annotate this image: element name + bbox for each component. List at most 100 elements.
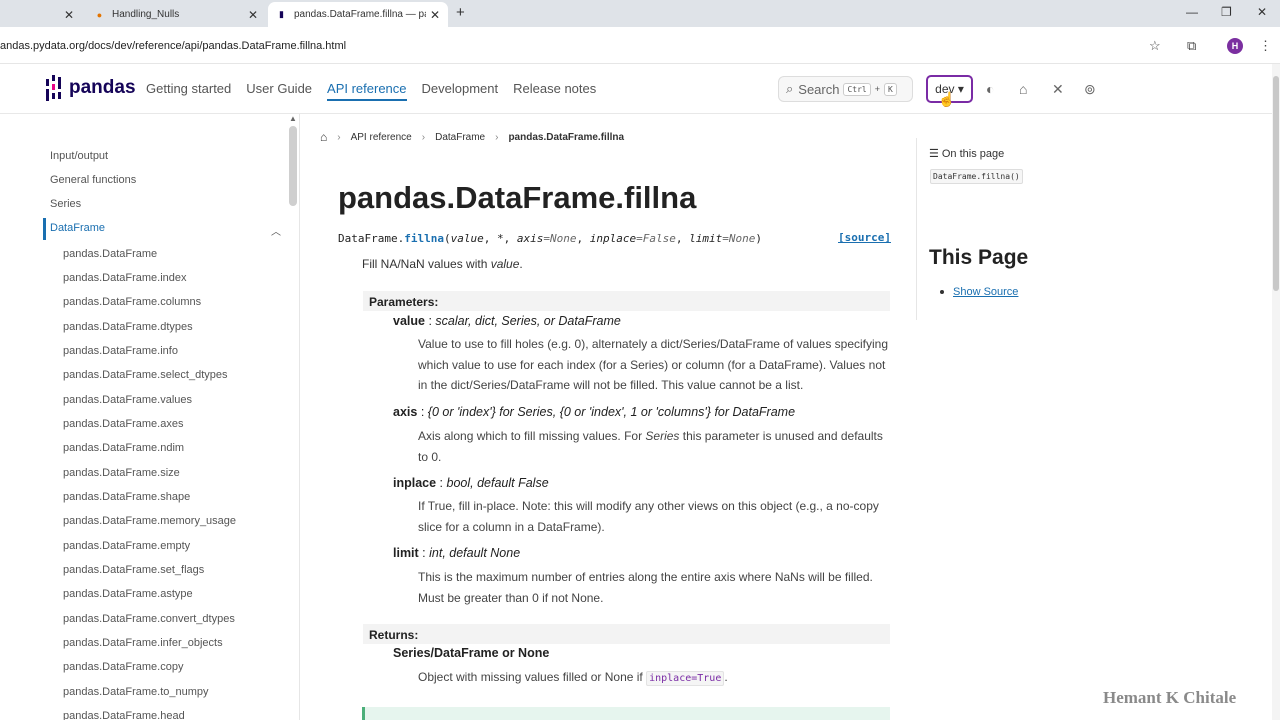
- sidebar-item-dataframe[interactable]: DataFrame: [50, 222, 105, 234]
- param-type: scalar, dict, Series, or DataFrame: [435, 314, 621, 328]
- sidebar-subitem[interactable]: pandas.DataFrame.head: [63, 710, 185, 720]
- sidebar-subitem[interactable]: pandas.DataFrame.set_flags: [63, 564, 204, 576]
- nav-development[interactable]: Development: [422, 81, 499, 101]
- left-sidebar: ▲ Input/output General functions Series …: [0, 114, 300, 720]
- summary-part: Fill NA/NaN values with: [362, 257, 491, 271]
- sig-prefix: DataFrame.: [338, 232, 405, 245]
- sidebar-subitem[interactable]: pandas.DataFrame.astype: [63, 588, 193, 600]
- tab-close-icon[interactable]: ✕: [430, 8, 440, 22]
- browser-tab-active[interactable]: ▮ pandas.DataFrame.fillna — pandas ✕: [268, 2, 448, 27]
- new-tab-button[interactable]: +: [456, 4, 465, 21]
- browser-menu-icon[interactable]: ⋮: [1259, 38, 1272, 54]
- sig-function: fillna: [404, 232, 444, 245]
- search-icon: ⌕: [786, 81, 794, 96]
- window-close-icon[interactable]: ✕: [1257, 5, 1267, 19]
- returns-header: Returns:: [363, 624, 890, 644]
- theme-toggle-icon[interactable]: ◐: [986, 81, 994, 97]
- toc-item[interactable]: DataFrame.fillna(): [930, 169, 1023, 184]
- sidebar-subitem[interactable]: pandas.DataFrame.infer_objects: [63, 637, 223, 649]
- mastodon-icon[interactable]: ⊚: [1084, 81, 1096, 98]
- github-icon[interactable]: ⌂: [1019, 81, 1027, 97]
- desc-part: .: [724, 670, 728, 684]
- address-bar: andas.pydata.org/docs/dev/reference/api/…: [0, 27, 1280, 64]
- sidebar-item-input-output[interactable]: Input/output: [50, 150, 108, 162]
- browser-tab[interactable]: ● Handling_Nulls ✕: [86, 2, 266, 27]
- mouse-cursor-icon: ☝: [938, 91, 956, 107]
- inline-code: inplace=True: [646, 671, 725, 686]
- sidebar-subitem[interactable]: pandas.DataFrame.index: [63, 272, 187, 284]
- kbd-ctrl: Ctrl: [843, 82, 871, 96]
- sidebar-subitem[interactable]: pandas.DataFrame: [63, 248, 157, 260]
- nav-api-reference[interactable]: API reference: [327, 81, 407, 101]
- sidebar-subitem[interactable]: pandas.DataFrame.dtypes: [63, 321, 193, 333]
- sidebar-scrollbar[interactable]: [289, 126, 297, 206]
- pandas-logo[interactable]: pandas: [45, 75, 136, 101]
- nav-user-guide[interactable]: User Guide: [246, 81, 312, 101]
- toc-title-text: On this page: [941, 147, 1005, 160]
- kbd-plus: +: [874, 84, 881, 94]
- sidebar-subitem[interactable]: pandas.DataFrame.memory_usage: [63, 515, 236, 527]
- nav-getting-started[interactable]: Getting started: [146, 81, 231, 101]
- breadcrumb-api-reference[interactable]: API reference: [351, 132, 412, 143]
- sig-param: value: [450, 232, 484, 245]
- param-name: inplace: [393, 476, 437, 490]
- breadcrumb-separator-icon: ›: [337, 131, 341, 143]
- param-inplace: inplace : bool, default False: [393, 476, 549, 490]
- summary-text: Fill NA/NaN values with value.: [362, 257, 523, 271]
- minimize-icon[interactable]: —: [1186, 5, 1198, 19]
- sidebar-subitem[interactable]: pandas.DataFrame.to_numpy: [63, 686, 209, 698]
- chevron-up-icon[interactable]: ︿: [271, 223, 281, 238]
- param-name: limit: [393, 546, 419, 560]
- param-type: bool, default False: [446, 476, 549, 490]
- show-source-link[interactable]: Show Source: [953, 286, 1018, 298]
- breadcrumb-separator-icon: ›: [421, 131, 426, 143]
- search-button[interactable]: ⌕ Search Ctrl + K: [778, 76, 913, 102]
- breadcrumb: ⌂ › API reference › DataFrame › pandas.D…: [320, 130, 624, 144]
- sidebar-subitem[interactable]: pandas.DataFrame.empty: [63, 540, 190, 552]
- tab-close-icon[interactable]: ✕: [248, 8, 258, 22]
- tab-title: Handling_Nulls: [112, 9, 180, 20]
- sig-open: (: [443, 232, 451, 245]
- sidebar-subitem[interactable]: pandas.DataFrame.size: [63, 467, 180, 479]
- scroll-up-icon[interactable]: ▲: [289, 114, 297, 123]
- breadcrumb-dataframe[interactable]: DataFrame: [435, 132, 485, 143]
- search-label: Search: [798, 81, 840, 97]
- sig-param: inplace: [589, 232, 637, 245]
- sig-default: =None: [543, 232, 577, 245]
- note-box: [362, 707, 890, 720]
- avatar[interactable]: H: [1227, 38, 1243, 54]
- sidebar-subitem[interactable]: pandas.DataFrame.convert_dtypes: [63, 613, 235, 625]
- sidebar-subitem[interactable]: pandas.DataFrame.shape: [63, 491, 190, 503]
- extensions-icon[interactable]: ⧉: [1187, 38, 1196, 54]
- url-field[interactable]: andas.pydata.org/docs/dev/reference/api/…: [0, 40, 346, 52]
- home-icon[interactable]: ⌂: [320, 130, 327, 144]
- kbd-k: K: [884, 82, 897, 96]
- sidebar-subitem[interactable]: pandas.DataFrame.ndim: [63, 442, 184, 454]
- sidebar-item-general-functions[interactable]: General functions: [50, 174, 136, 186]
- param-desc: If True, fill in-place. Note: this will …: [418, 499, 879, 534]
- sig-param: axis: [516, 232, 544, 245]
- sidebar-subitem[interactable]: pandas.DataFrame.info: [63, 345, 178, 357]
- sig-default: =None: [722, 232, 756, 245]
- param-desc: Axis along which to fill missing values.…: [418, 426, 893, 467]
- sidebar-subitem[interactable]: pandas.DataFrame.select_dtypes: [63, 369, 227, 381]
- nav-release-notes[interactable]: Release notes: [513, 81, 596, 101]
- bullet-icon: [940, 290, 944, 294]
- sidebar-subitem[interactable]: pandas.DataFrame.columns: [63, 296, 201, 308]
- page-scrollbar-thumb[interactable]: [1273, 76, 1279, 291]
- x-twitter-icon[interactable]: ✕: [1052, 81, 1064, 98]
- toc-title: ☰ On this page: [929, 147, 1005, 161]
- sidebar-subitem[interactable]: pandas.DataFrame.copy: [63, 661, 183, 673]
- pandas-logo-icon: [45, 75, 63, 101]
- function-signature: DataFrame.fillna(value, *, axis=None, in…: [338, 232, 762, 245]
- browser-tab[interactable]: ✕: [0, 2, 82, 27]
- tab-close-icon[interactable]: ✕: [64, 8, 74, 22]
- breadcrumb-current: pandas.DataFrame.fillna: [508, 131, 625, 143]
- active-indicator: [43, 218, 46, 240]
- restore-icon[interactable]: ❐: [1221, 5, 1232, 19]
- sidebar-subitem[interactable]: pandas.DataFrame.values: [63, 394, 192, 406]
- source-link[interactable]: [source]: [838, 231, 891, 244]
- sidebar-item-series[interactable]: Series: [50, 198, 81, 210]
- sidebar-subitem[interactable]: pandas.DataFrame.axes: [63, 418, 183, 430]
- bookmark-star-icon[interactable]: ☆: [1149, 38, 1161, 54]
